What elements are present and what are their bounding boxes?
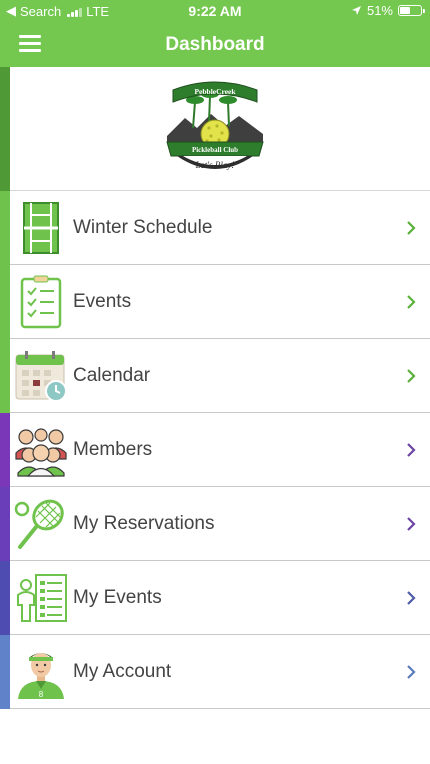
- header-accent-bar: [0, 67, 10, 191]
- battery-icon: [398, 5, 425, 16]
- club-logo: PebbleCreek Pickleball Club Let's Play!: [166, 81, 264, 170]
- chevron-right-icon: [407, 665, 416, 679]
- menu-item-winter-schedule[interactable]: Winter Schedule: [0, 191, 430, 265]
- empty-footer-area: [0, 710, 430, 764]
- racket-icon: [14, 499, 64, 549]
- svg-text:8: 8: [39, 690, 44, 699]
- page-title: Dashboard: [165, 34, 265, 55]
- item-accent-bar: [0, 191, 10, 265]
- menu-item-label: Events: [73, 291, 132, 312]
- court-icon: [23, 202, 59, 254]
- menu-item-label: My Account: [73, 661, 172, 682]
- chevron-right-icon: [407, 591, 416, 605]
- chevron-right-icon: [407, 443, 416, 457]
- menu-item-label: My Reservations: [73, 513, 215, 534]
- chevron-right-icon: [407, 517, 416, 531]
- location-icon: [351, 6, 361, 15]
- chevron-right-icon: [407, 369, 416, 383]
- calendar-icon: [15, 351, 67, 402]
- menu-item-events[interactable]: Events: [0, 265, 430, 339]
- menu-item-my-reservations[interactable]: My Reservations: [0, 487, 430, 561]
- dashboard-menu: Winter Schedule Events Calendar Members …: [0, 191, 430, 709]
- checklist-icon: [20, 275, 62, 329]
- menu-item-label: Members: [73, 439, 153, 460]
- person-list-icon: [17, 574, 67, 622]
- menu-item-calendar[interactable]: Calendar: [0, 339, 430, 413]
- menu-item-members[interactable]: Members: [0, 413, 430, 487]
- nav-bar: Dashboard: [0, 22, 430, 67]
- menu-item-label: Calendar: [73, 365, 151, 386]
- status-bar: ◀ Search LTE 9:22 AM 51%: [0, 0, 430, 22]
- item-accent-bar: [0, 487, 10, 561]
- player-avatar-icon: 8: [18, 653, 64, 699]
- menu-item-my-account[interactable]: 8 My Account: [0, 635, 430, 709]
- item-accent-bar: [0, 339, 10, 413]
- item-accent-bar: [0, 413, 10, 487]
- item-accent-bar: [0, 635, 10, 709]
- menu-item-label: Winter Schedule: [73, 217, 213, 238]
- chevron-right-icon: [407, 221, 416, 235]
- item-accent-bar: [0, 265, 10, 339]
- battery-percent: 51%: [366, 3, 393, 18]
- logo-top-banner: PebbleCreek: [194, 87, 236, 96]
- group-icon: [15, 428, 67, 477]
- status-right: 51%: [351, 3, 425, 18]
- club-header: PebbleCreek Pickleball Club Let's Play!: [0, 67, 430, 191]
- menu-item-label: My Events: [73, 587, 162, 608]
- chevron-right-icon: [407, 295, 416, 309]
- logo-motto: Let's Play!: [195, 160, 235, 170]
- item-accent-bar: [0, 561, 10, 635]
- logo-middle-banner: Pickleball Club: [192, 146, 238, 154]
- menu-item-my-events[interactable]: My Events: [0, 561, 430, 635]
